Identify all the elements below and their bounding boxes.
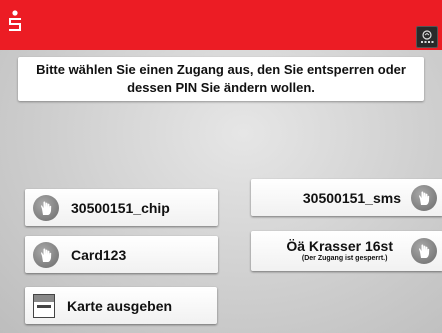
instruction-text: Bitte wählen Sie einen Zugang aus, den S…: [18, 57, 424, 101]
hand-icon: [33, 194, 59, 221]
atm-screen: Bitte wählen Sie einen Zugang aus, den S…: [0, 0, 442, 333]
card-eject-button[interactable]: Karte ausgeben: [25, 287, 217, 324]
locked-note: (Der Zugang ist gesperrt.): [301, 255, 388, 262]
hand-icon: [411, 184, 437, 211]
account-label: Öä Krasser 16st: [286, 238, 393, 254]
account-button-30500151-chip[interactable]: 30500151_chip: [25, 189, 218, 226]
account-button-krasser[interactable]: Öä Krasser 16st (Der Zugang ist gesperrt…: [251, 231, 442, 271]
account-button-30500151-sms[interactable]: 30500151_sms: [251, 179, 442, 216]
card-eject-label: Karte ausgeben: [67, 297, 173, 314]
accessibility-icon: [421, 30, 434, 43]
hand-icon: [411, 238, 437, 264]
card-eject-icon: [33, 293, 55, 318]
account-label-group: Öä Krasser 16st (Der Zugang ist gesperrt…: [286, 238, 403, 264]
hand-icon: [33, 241, 59, 268]
account-label: 30500151_sms: [302, 189, 401, 206]
account-label: 30500151_chip: [71, 199, 170, 216]
header-bar: [0, 0, 442, 50]
accessibility-button[interactable]: [416, 26, 438, 48]
account-button-card123[interactable]: Card123: [25, 236, 218, 273]
account-label: Card123: [71, 246, 127, 263]
sparkasse-logo-icon: [9, 10, 21, 31]
